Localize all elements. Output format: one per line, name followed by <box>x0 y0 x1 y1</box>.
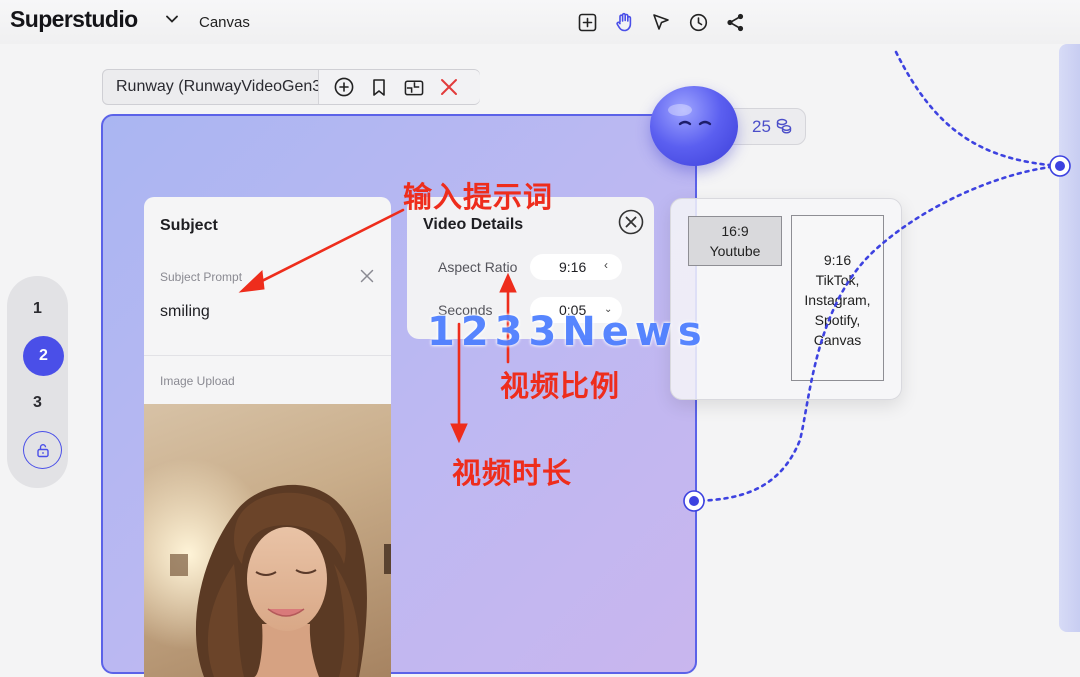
annotation-ratio: 视频比例 <box>500 369 621 403</box>
ratio-option-vertical[interactable]: 9:16 TikTok, Instagram, Spotify, Canvas <box>791 215 884 381</box>
coins-icon <box>776 118 792 134</box>
clear-icon[interactable] <box>360 269 374 283</box>
ratio-name: TikTok, <box>815 272 860 288</box>
aspect-ratio-select[interactable]: 9:16 ‹ <box>530 254 622 280</box>
aspect-ratio-popover: 16:9 Youtube 9:16 TikTok, Instagram, Spo… <box>670 198 902 400</box>
divider <box>144 355 391 356</box>
step-2[interactable]: 2 <box>23 336 64 376</box>
subject-prompt-label: Subject Prompt <box>160 270 243 284</box>
close-circle-icon[interactable] <box>618 209 644 235</box>
bookmark-icon[interactable] <box>369 77 389 97</box>
subject-title: Subject <box>160 217 218 234</box>
ratio-value: 9:16 <box>823 252 852 268</box>
ratio-name: Spotify, <box>814 312 861 328</box>
ratio-name: Youtube <box>709 243 761 259</box>
credits-badge[interactable]: 25 <box>728 108 806 145</box>
annotation-prompt: 输入提示词 <box>403 180 554 214</box>
pointer-icon[interactable] <box>651 12 671 32</box>
unlock-icon <box>36 443 49 457</box>
minimize-icon[interactable] <box>404 77 424 97</box>
add-icon[interactable] <box>334 77 354 97</box>
aspect-ratio-value: 9:16 <box>559 259 587 275</box>
right-panel-edge[interactable] <box>1059 44 1080 632</box>
annotation-duration: 视频时长 <box>452 456 573 490</box>
chevron-left-icon: ‹ <box>604 258 608 272</box>
avatar[interactable] <box>650 86 738 166</box>
subject-panel: Subject Subject Prompt smiling Image Upl… <box>144 197 391 677</box>
video-details-title: Video Details <box>423 216 524 233</box>
ratio-name: Canvas <box>813 332 862 348</box>
step-rail: 1 2 3 <box>7 276 68 488</box>
ratio-option-youtube[interactable]: 16:9 Youtube <box>688 216 782 266</box>
close-icon[interactable] <box>439 77 459 97</box>
history-icon[interactable] <box>688 12 708 32</box>
ratio-value: 16:9 <box>721 223 749 239</box>
canvas-toolbar <box>577 12 745 32</box>
add-frame-icon[interactable] <box>577 12 597 32</box>
uploaded-photo[interactable] <box>144 404 391 677</box>
top-bar: Superstudio Canvas <box>0 0 1080 44</box>
step-3[interactable]: 3 <box>7 394 68 412</box>
portrait-image <box>144 404 391 677</box>
node-title: Runway (RunwayVideoGen3) <box>116 78 327 95</box>
node-action-bar <box>318 70 480 104</box>
ratio-name: Instagram, <box>804 292 871 308</box>
sad-face-icon <box>668 104 712 126</box>
hand-icon[interactable] <box>614 12 634 32</box>
watermark: 1233News <box>427 309 708 355</box>
breadcrumb[interactable]: Canvas <box>199 14 250 31</box>
unlock-button[interactable] <box>23 431 62 469</box>
step-1[interactable]: 1 <box>7 300 68 318</box>
credits-count: 25 <box>752 117 771 136</box>
image-upload-label: Image Upload <box>160 374 235 388</box>
chevron-down-icon[interactable] <box>166 15 178 23</box>
subject-prompt-input[interactable]: smiling <box>160 303 210 321</box>
brand-logo[interactable]: Superstudio <box>10 6 138 33</box>
share-icon[interactable] <box>725 12 745 32</box>
aspect-ratio-label: Aspect Ratio <box>438 259 518 275</box>
